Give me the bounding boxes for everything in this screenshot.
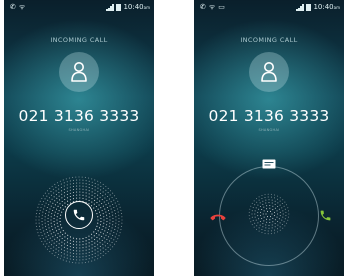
caller-avatar: [249, 52, 289, 92]
status-time: 10:40: [313, 3, 334, 11]
incoming-call-screen-active: ✆ᯤ▭ 10:40am INCOMING CALL 021 3136 3333 …: [194, 0, 344, 276]
status-bar: ✆ᯤ▭ 10:40am: [194, 0, 344, 14]
battery-icon: [306, 4, 312, 11]
incoming-call-screen: ✆ᯤ 10:40am INCOMING CALL 021 3136 3333 S…: [4, 0, 154, 276]
drag-handle[interactable]: [246, 191, 292, 237]
call-title: INCOMING CALL: [240, 36, 298, 44]
status-left-icons: ✆ᯤ▭: [200, 3, 228, 12]
call-status-icon: ✆: [10, 3, 19, 11]
wifi-icon: ᯤ: [18, 3, 29, 11]
answer-call-button[interactable]: [65, 201, 93, 229]
caller-number: 021 3136 3333: [208, 107, 330, 125]
battery-icon: [116, 4, 122, 11]
caller-avatar: [59, 52, 99, 92]
person-icon: [261, 62, 277, 82]
call-title: INCOMING CALL: [50, 36, 108, 44]
signal-icon: [296, 3, 304, 11]
status-right: 10:40am: [296, 3, 340, 11]
caller-location: SHANGHAI: [258, 128, 280, 132]
call-status-icon: ✆: [200, 3, 209, 11]
status-time: 10:40: [123, 3, 144, 11]
status-ampm: am: [143, 5, 150, 10]
message-icon[interactable]: [262, 159, 276, 169]
status-right: 10:40am: [106, 3, 150, 11]
caller-number: 021 3136 3333: [18, 107, 140, 125]
wifi-icon: ᯤ: [208, 3, 219, 11]
notification-icon: ▭: [218, 3, 228, 11]
caller-location: SHANGHAI: [68, 128, 90, 132]
status-bar: ✆ᯤ 10:40am: [4, 0, 154, 14]
accept-phone-icon[interactable]: [319, 209, 332, 222]
person-icon: [71, 62, 87, 82]
phone-icon: [73, 209, 85, 221]
hangup-icon[interactable]: [210, 213, 226, 223]
status-left-icons: ✆ᯤ: [10, 3, 28, 12]
status-ampm: am: [333, 5, 340, 10]
signal-icon: [106, 3, 114, 11]
